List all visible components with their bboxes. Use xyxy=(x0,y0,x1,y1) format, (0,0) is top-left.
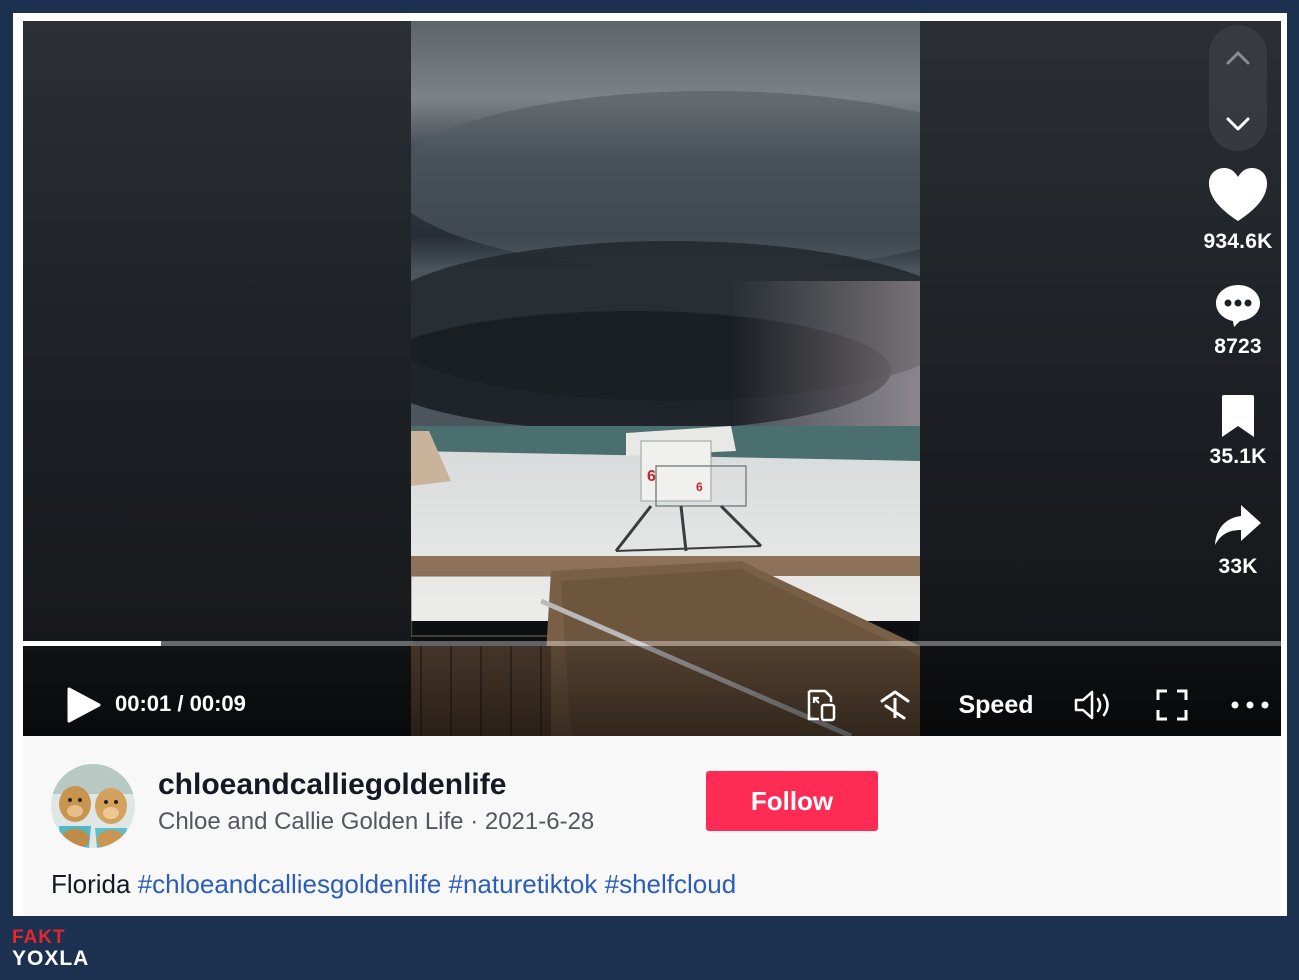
control-bar: 00:01 / 00:09 Speed xyxy=(23,641,1281,736)
volume-button[interactable] xyxy=(1072,685,1116,725)
hashtag-link[interactable]: #chloeandcalliesgoldenlife xyxy=(138,869,442,899)
author-subline: Chloe and Callie Golden Life · 2021-6-28 xyxy=(158,808,594,836)
bookmark-icon xyxy=(1222,395,1254,437)
next-video-button[interactable] xyxy=(1209,99,1267,149)
svg-text:6: 6 xyxy=(696,480,703,494)
previous-video-button[interactable] xyxy=(1209,33,1267,83)
picture-in-picture-button[interactable] xyxy=(801,685,841,725)
fullscreen-button[interactable] xyxy=(1152,685,1192,725)
video-caption: Florida #chloeandcalliesgoldenlife #natu… xyxy=(51,869,736,900)
time-current: 00:01 xyxy=(115,691,172,716)
progress-bar[interactable] xyxy=(23,641,1281,646)
like-count: 934.6K xyxy=(1203,230,1273,253)
share-button[interactable]: 33K xyxy=(1195,503,1281,579)
avatar[interactable] xyxy=(51,764,135,848)
video-player[interactable]: 6 6 934.6K 8723 35.1K 33K 00:01 / 00:09 … xyxy=(23,21,1281,736)
time-separator: / xyxy=(171,691,190,716)
tiktok-embed: 6 6 934.6K 8723 35.1K 33K 00:01 / 00:09 … xyxy=(13,13,1287,916)
video-nav-pill xyxy=(1209,25,1267,151)
caption-text: Florida xyxy=(51,869,131,899)
heart-icon xyxy=(1209,168,1267,221)
time-total: 00:09 xyxy=(189,691,246,716)
subline-separator: · xyxy=(463,808,485,835)
avatar-image xyxy=(51,764,135,848)
floating-player-icon xyxy=(880,690,910,720)
volume-icon xyxy=(1074,690,1109,720)
video-still-image: 6 6 xyxy=(411,21,920,736)
chevron-down-icon xyxy=(1226,117,1250,131)
bookmark-button[interactable]: 35.1K xyxy=(1195,393,1281,469)
post-date: 2021-6-28 xyxy=(484,808,595,835)
picture-in-picture-icon xyxy=(807,689,836,722)
hashtag-link[interactable]: #naturetiktok xyxy=(449,869,598,899)
hashtag-link[interactable]: #shelfcloud xyxy=(605,869,737,899)
floating-player-button[interactable] xyxy=(875,685,915,725)
video-blur-left xyxy=(23,21,413,736)
video-info-panel: chloeandcalliegoldenlife Chloe and Calli… xyxy=(23,736,1281,916)
logo-line-2: YOXLA xyxy=(12,947,90,970)
more-options-button[interactable] xyxy=(1227,685,1273,725)
author-username[interactable]: chloeandcalliegoldenlife xyxy=(158,768,506,802)
svg-text:6: 6 xyxy=(647,468,656,485)
bookmark-count: 35.1K xyxy=(1209,445,1267,468)
play-icon xyxy=(67,687,101,723)
comment-button[interactable]: 8723 xyxy=(1195,283,1281,359)
action-rail: 934.6K 8723 35.1K 33K xyxy=(1195,21,1281,736)
share-count: 33K xyxy=(1218,555,1258,578)
logo-line-1: FAKT xyxy=(12,927,66,948)
author-display-name: Chloe and Callie Golden Life xyxy=(158,808,464,835)
progress-fill xyxy=(23,641,162,646)
like-button[interactable]: 934.6K xyxy=(1195,166,1281,254)
follow-button[interactable]: Follow xyxy=(706,771,878,831)
fullscreen-icon xyxy=(1156,689,1188,721)
play-button[interactable] xyxy=(63,685,103,725)
comment-icon xyxy=(1216,285,1260,327)
chevron-up-icon xyxy=(1226,51,1250,65)
time-display: 00:01 / 00:09 xyxy=(115,691,246,717)
more-icon xyxy=(1231,701,1269,709)
fakt-yoxla-logo: FAKT YOXLA xyxy=(12,928,89,971)
video-frame[interactable]: 6 6 xyxy=(411,21,920,736)
speed-button[interactable]: Speed xyxy=(950,685,1042,725)
share-icon xyxy=(1215,505,1261,545)
comment-count: 8723 xyxy=(1214,335,1262,358)
